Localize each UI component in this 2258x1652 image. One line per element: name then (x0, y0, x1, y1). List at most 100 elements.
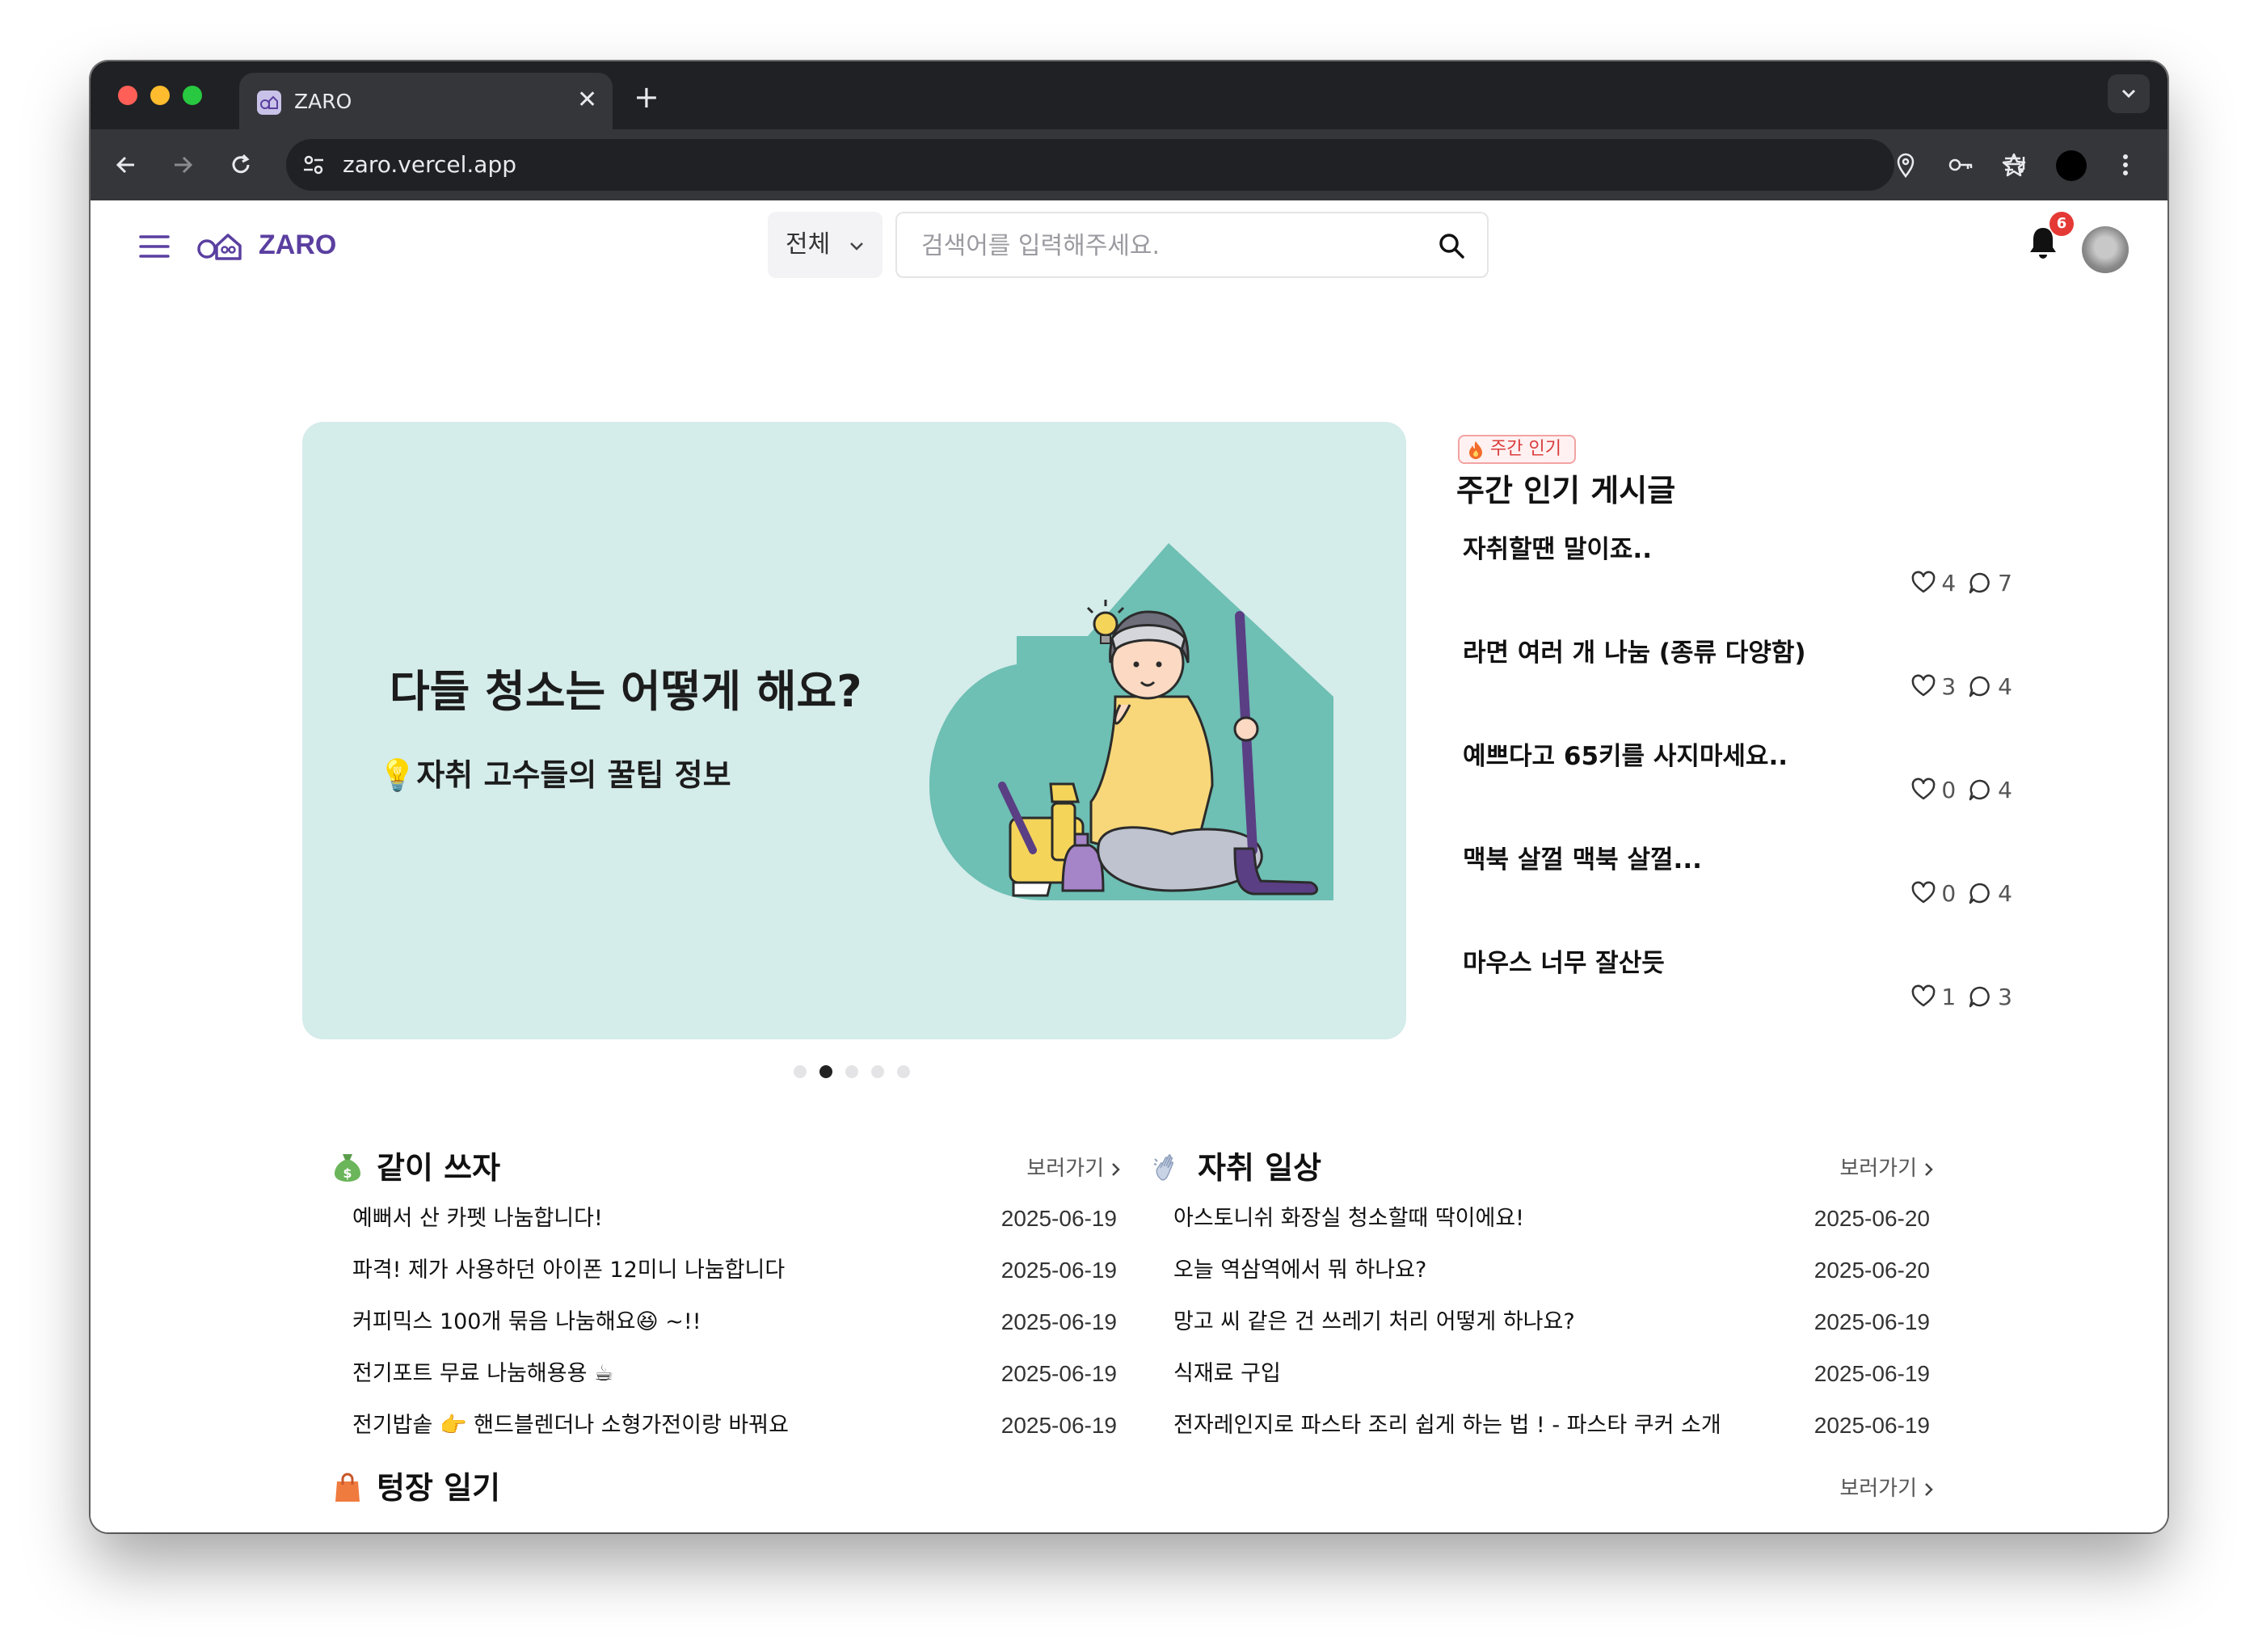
list-item[interactable]: 파격! 제가 사용하던 아이폰 12미니 나눔합니다 2025-06-19 (352, 1246, 1117, 1298)
app-page: ZARO 전체 6 다들 청소는 어떻게 해요? 💡자취 고수들의 꿀팁 정보 (91, 200, 2167, 1532)
chevron-down-icon (2121, 89, 2136, 99)
banner-slide[interactable]: 다들 청소는 어떻게 해요? 💡자취 고수들의 꿀팁 정보 (302, 422, 1406, 1039)
popular-post[interactable]: 라면 여러 개 나눔 (종류 다양함) 34 (1463, 635, 2012, 739)
list-item[interactable]: 전기밥솥 👉 핸드블렌더나 소형가전이랑 바꿔요 2025-06-19 (352, 1401, 1117, 1453)
list-item[interactable]: 식재료 구입 2025-06-19 (1173, 1350, 1930, 1401)
post-date: 2025-06-19 (1001, 1258, 1117, 1283)
location-icon[interactable] (1891, 150, 1920, 179)
profile-icon[interactable] (2056, 150, 2087, 181)
list-item[interactable]: 망고 씨 같은 건 쓰레기 처리 어떻게 하나요? 2025-06-19 (1173, 1298, 1930, 1350)
popular-post-stats: 47 (1910, 567, 2012, 600)
carousel-dot-5[interactable] (897, 1065, 910, 1078)
maximize-window-button[interactable] (183, 86, 202, 105)
comment-count: 4 (1998, 673, 2012, 700)
reload-icon[interactable] (226, 150, 255, 179)
list-item[interactable]: 전기포트 무료 나눔해용용 ☕ 2025-06-19 (352, 1350, 1117, 1401)
post-title: 전기포트 무료 나눔해용용 ☕ (352, 1361, 614, 1386)
chevron-right-icon (1925, 1483, 1933, 1496)
popular-post-stats: 34 (1910, 671, 2012, 703)
post-title: 망고 씨 같은 건 쓰레기 처리 어떻게 하나요? (1173, 1309, 1575, 1334)
popular-post-stats: 04 (1910, 878, 2012, 910)
back-icon[interactable] (112, 150, 141, 179)
close-window-button[interactable] (118, 86, 137, 105)
forward-icon[interactable] (168, 150, 197, 179)
post-title: 아스토니쉬 화장실 청소할때 딱이에요! (1173, 1206, 1525, 1231)
comment-icon (1969, 779, 1990, 801)
user-avatar[interactable] (2082, 226, 2129, 273)
list-item[interactable]: 예뻐서 산 카펫 나눔합니다! 2025-06-19 (352, 1195, 1117, 1246)
media-queue-icon[interactable] (2001, 150, 2030, 179)
popular-post-title: 마우스 너무 잘산듯 (1463, 949, 1665, 978)
zaro-logo-icon[interactable] (196, 230, 244, 262)
comment-count: 4 (1998, 777, 2012, 803)
more-menu-icon[interactable] (2111, 150, 2140, 179)
carousel-dot-1[interactable] (794, 1065, 807, 1078)
comment-icon (1969, 676, 1990, 697)
carousel-dot-3[interactable] (845, 1065, 858, 1078)
post-date: 2025-06-19 (1001, 1413, 1117, 1438)
tab-close-icon[interactable]: ✕ (577, 86, 597, 115)
see-more-link[interactable]: 보러가기 (1026, 1153, 1123, 1185)
search-box (895, 212, 1489, 278)
carousel-dot-4[interactable] (871, 1065, 884, 1078)
minimize-window-button[interactable] (150, 86, 170, 105)
tab-strip: ZARO ✕ + (91, 61, 2167, 129)
brand-name[interactable]: ZARO (259, 226, 336, 263)
comment-icon (1969, 572, 1990, 594)
money-bag-icon: $ (335, 1154, 360, 1182)
post-date: 2025-06-20 (1814, 1206, 1930, 1231)
address-bar[interactable]: zaro.vercel.app (286, 139, 2026, 191)
popular-post[interactable]: 자취할땐 말이죠.. 47 (1463, 532, 2012, 635)
section-title: 자취 일상 (1198, 1150, 1322, 1186)
hamburger-menu-icon[interactable] (139, 234, 170, 259)
post-title: 파격! 제가 사용하던 아이폰 12미니 나눔합니다 (352, 1258, 786, 1283)
comment-count: 7 (1998, 570, 2012, 596)
browser-window: ZARO ✕ + zaro.vercel.app ZARO 전체 검색어를 입력… (91, 61, 2167, 1532)
post-date: 2025-06-19 (1814, 1309, 1930, 1334)
heart-icon (1911, 674, 1936, 697)
password-key-icon[interactable] (1946, 150, 1975, 179)
see-more-label: 보러가기 (1839, 1157, 1917, 1181)
zaro-favicon-icon (257, 91, 281, 115)
site-settings-icon[interactable] (299, 150, 328, 179)
browser-toolbar: zaro.vercel.app (91, 129, 2167, 200)
chevron-right-icon (1925, 1163, 1933, 1176)
tab-search-button[interactable] (2108, 74, 2150, 113)
popular-post-title: 자취할땐 말이죠.. (1463, 535, 1652, 564)
popular-post-stats: 04 (1910, 774, 2012, 807)
cleaning-illustration (929, 543, 1333, 900)
search-input[interactable] (921, 230, 1406, 262)
list-item[interactable]: 아스토니쉬 화장실 청소할때 딱이에요! 2025-06-20 (1173, 1195, 1930, 1246)
popular-post[interactable]: 마우스 너무 잘산듯 13 (1463, 946, 2012, 1049)
tab-title: ZARO (294, 90, 352, 113)
section-daily: 자취 일상 보러가기 아스토니쉬 화장실 청소할때 딱이에요! 2025-06-… (1152, 1146, 1936, 1486)
search-icon[interactable] (1437, 231, 1466, 260)
post-date: 2025-06-19 (1001, 1309, 1117, 1334)
heart-icon (1911, 984, 1936, 1007)
heart-icon (1911, 778, 1936, 800)
chevron-down-icon (850, 242, 863, 251)
category-select[interactable]: 전체 (768, 212, 883, 278)
post-date: 2025-06-19 (1814, 1413, 1930, 1438)
browser-tab[interactable]: ZARO ✕ (239, 73, 613, 129)
popular-post[interactable]: 맥북 살껄 맥북 살껄... 04 (1463, 842, 2012, 946)
post-date: 2025-06-19 (1001, 1361, 1117, 1386)
list-item[interactable]: 커피믹스 100개 묶음 나눔해요😆 ~!! 2025-06-19 (352, 1298, 1117, 1350)
notification-count-badge: 6 (2049, 212, 2074, 236)
like-count: 0 (1941, 880, 1957, 907)
see-more-label: 보러가기 (1026, 1157, 1104, 1181)
banner-subtitle: 💡자취 고수들의 꿀팁 정보 (378, 757, 731, 793)
section-share: $ 같이 쓰자 보러가기 예뻐서 산 카펫 나눔합니다! 2025-06-19 … (331, 1146, 1123, 1486)
comment-icon (1969, 883, 1990, 904)
waving-hand-icon (1153, 1154, 1173, 1181)
post-title: 커피믹스 100개 묶음 나눔해요😆 ~!! (352, 1309, 701, 1334)
see-more-link[interactable]: 보러가기 (1839, 1473, 1936, 1505)
popular-post-title: 라면 여러 개 나눔 (종류 다양함) (1463, 638, 1806, 668)
list-item[interactable]: 전자레인지로 파스타 조리 쉽게 하는 법 ! - 파스타 쿠커 소개 2025… (1173, 1401, 1930, 1453)
carousel-dot-2[interactable] (819, 1065, 832, 1078)
fire-icon (1469, 441, 1482, 459)
list-item[interactable]: 오늘 역삼역에서 뭐 하나요? 2025-06-20 (1173, 1246, 1930, 1298)
see-more-link[interactable]: 보러가기 (1839, 1153, 1936, 1185)
new-tab-button[interactable]: + (634, 82, 659, 112)
popular-post[interactable]: 예쁘다고 65키를 사지마세요.. 04 (1463, 739, 2012, 842)
